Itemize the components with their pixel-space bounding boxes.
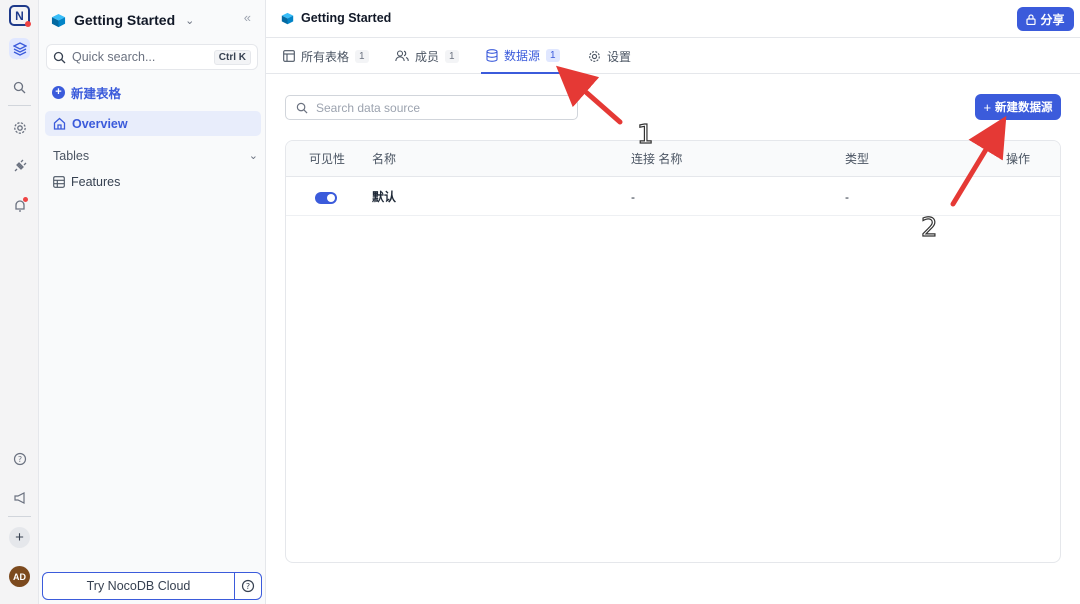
visibility-toggle[interactable] — [315, 192, 337, 204]
tab-count: 1 — [355, 49, 369, 63]
bell-icon[interactable] — [9, 195, 30, 216]
table-header: 可见性 名称 连接 名称 类型 操作 — [286, 141, 1060, 177]
source-name: 默认 — [372, 190, 397, 204]
users-icon — [395, 50, 409, 62]
svg-text:?: ? — [246, 582, 250, 591]
column-header-type: 类型 — [845, 152, 870, 166]
plug-icon[interactable] — [9, 155, 30, 176]
collapse-sidebar-icon[interactable]: « — [244, 10, 251, 25]
plus-circle-icon: + — [52, 86, 65, 99]
nocodb-logo[interactable]: N — [9, 5, 31, 27]
main-panel: Getting Started 分享 所有表格 1 成员 1 数据源 1 设置 … — [266, 0, 1080, 604]
top-bar: Getting Started 分享 — [266, 0, 1080, 38]
megaphone-icon[interactable] — [9, 487, 30, 508]
share-label: 分享 — [1040, 12, 1065, 27]
svg-text:?: ? — [17, 455, 21, 464]
rail-divider — [8, 105, 31, 106]
table-icon — [283, 50, 295, 62]
help-icon[interactable]: ? — [234, 573, 261, 599]
icon-rail: N ? + AD — [0, 0, 39, 604]
tables-section-header[interactable]: Tables ⌄ — [53, 149, 258, 163]
new-table-button[interactable]: + 新建表格 — [52, 83, 121, 102]
gear-icon — [589, 50, 600, 62]
source-type: - — [845, 190, 849, 204]
tab-label: 数据源 — [504, 48, 541, 63]
sidebar: Getting Started ⌄ « Quick search... Ctrl… — [39, 0, 266, 604]
column-header-visibility: 可见性 — [309, 152, 346, 166]
rail-divider-bottom — [8, 516, 31, 517]
tab-members[interactable]: 成员 1 — [395, 38, 459, 74]
search-data-source-input[interactable]: Search data source — [285, 95, 578, 120]
base-cube-icon — [281, 12, 294, 24]
sidebar-table-features[interactable]: Features — [53, 175, 120, 189]
table-grid-icon — [53, 176, 65, 188]
column-header-name: 名称 — [372, 152, 397, 166]
chevron-down-icon: ⌄ — [248, 150, 258, 162]
shortcut-badge: Ctrl K — [213, 49, 251, 65]
tab-label: 所有表格 — [301, 49, 350, 64]
tab-label: 成员 — [415, 49, 440, 64]
tab-all-tables[interactable]: 所有表格 1 — [283, 38, 369, 74]
base-icon[interactable] — [9, 38, 30, 59]
source-connection: - — [631, 190, 635, 204]
new-table-label: 新建表格 — [71, 87, 122, 101]
notification-dot — [23, 197, 28, 202]
column-header-connection: 连接 名称 — [631, 152, 683, 166]
tab-count: 1 — [445, 49, 459, 63]
add-base-button[interactable]: + — [9, 527, 30, 548]
overview-label: Overview — [72, 116, 128, 131]
overview-item[interactable]: Overview — [45, 111, 261, 136]
search-placeholder: Search data source — [316, 100, 421, 115]
tab-bar: 所有表格 1 成员 1 数据源 1 设置 — [266, 38, 1080, 74]
try-cloud-label: Try NocoDB Cloud — [86, 579, 191, 593]
app-window: N ? + AD Getting Started ⌄ « Quick searc… — [0, 0, 1080, 604]
search-icon[interactable] — [9, 77, 30, 98]
chevron-down-icon: ⌄ — [185, 14, 195, 27]
tab-data-sources[interactable]: 数据源 1 — [481, 38, 565, 74]
column-header-actions: 操作 — [1006, 152, 1031, 166]
database-icon — [486, 48, 498, 62]
data-source-table: 可见性 名称 连接 名称 类型 操作 默认 - - — [285, 140, 1061, 563]
workspace-title: Getting Started — [74, 12, 176, 28]
search-icon — [53, 51, 66, 63]
table-row[interactable]: 默认 - - — [286, 178, 1060, 216]
quick-search-placeholder: Quick search... — [72, 50, 156, 64]
table-name: Features — [71, 175, 121, 189]
tab-count: 1 — [546, 48, 560, 62]
new-data-source-button[interactable]: + 新建数据源 — [975, 94, 1061, 120]
settings-icon[interactable] — [9, 117, 30, 138]
tables-header-label: Tables — [53, 149, 90, 163]
try-cloud-button[interactable]: Try NocoDB Cloud ? — [42, 572, 262, 600]
avatar[interactable]: AD — [9, 566, 30, 587]
home-icon — [53, 117, 66, 130]
share-button[interactable]: 分享 — [1017, 7, 1074, 31]
quick-search-input[interactable]: Quick search... Ctrl K — [46, 44, 258, 70]
help-icon[interactable]: ? — [9, 448, 30, 469]
page-title-text: Getting Started — [301, 11, 392, 25]
new-data-source-label: 新建数据源 — [995, 102, 1053, 114]
tab-label: 设置 — [607, 49, 632, 64]
base-cube-icon — [51, 13, 66, 27]
page-title: Getting Started — [281, 11, 391, 25]
tab-settings[interactable]: 设置 — [588, 38, 631, 74]
search-icon — [296, 102, 308, 114]
lock-icon — [1026, 13, 1037, 25]
workspace-selector[interactable]: Getting Started ⌄ — [51, 10, 194, 30]
plus-icon: + — [983, 99, 992, 115]
